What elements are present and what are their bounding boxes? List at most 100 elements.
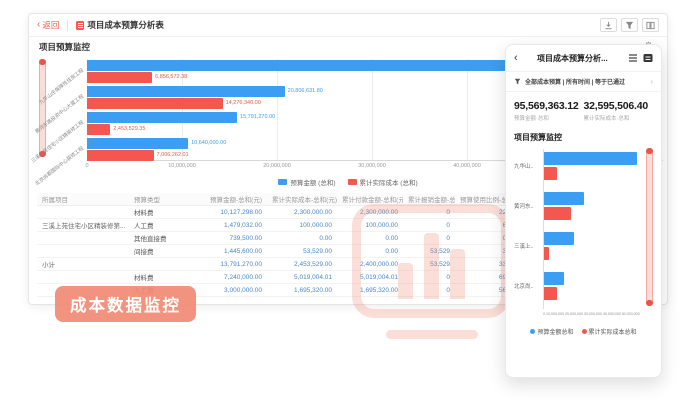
table-cell: 5,019,004.01 [337,274,403,281]
table-cell: 2,300,000.00 [267,209,337,216]
legend-item-actual[interactable]: 累计实际成本 (总和) [348,177,418,187]
panel-back-icon[interactable]: ‹ [514,52,518,64]
x-axis-tick-label: 40,000,000 [453,163,481,169]
table-cell: 0 [403,222,455,229]
table-cell: 2,300,000.00 [337,209,403,216]
bar-actual[interactable] [87,124,110,135]
grid-line [372,59,373,160]
table-row[interactable]: 材料费7,240,000.005,019,004.015,019,004.010… [37,271,526,284]
panel-title: 项目成本预算分析... [522,53,623,64]
topbar: ‹ 返回 项目成本预算分析表 [29,14,667,37]
table-cell: 1,695,320.00 [337,287,403,294]
kpi-budget: 95,569,363.12 预算金额·总和 [514,100,584,122]
bar-value-label: 6,856,572.38 [155,72,187,83]
card-view-icon[interactable] [642,53,653,64]
table-cell: 0.00 [267,235,337,242]
table-cell: 739,500.00 [191,235,267,242]
table-cell: 7,240,000.00 [191,274,267,281]
back-label: 返回 [42,19,59,31]
filter-funnel-icon [514,78,521,85]
bar-actual[interactable] [544,167,557,180]
export-button[interactable] [600,18,617,32]
category-label: 九华山.. [514,162,534,170]
panel-filter-text: 全部成本预算 | 所有时间 | 等于已通过 [525,77,646,86]
table-cell: 13,791,270.00 [191,261,267,268]
table-config-button[interactable] [642,18,659,32]
category-label: 北京尚.. [514,282,534,290]
bar-budget[interactable] [544,192,584,205]
table-cell: 100,000.00 [267,222,337,229]
list-view-icon[interactable] [627,53,638,64]
back-button[interactable]: ‹ 返回 [37,19,59,31]
x-axis-tick-label: 30,000,000 [358,163,386,169]
table-cell: 0.00 [337,235,403,242]
bar-budget[interactable] [87,60,546,71]
table-config-icon [646,21,655,30]
tab-report[interactable]: 项目成本预算分析表 [76,19,164,31]
bar-budget[interactable] [544,232,574,245]
table-cell: 0 [403,235,455,242]
bar-value-label: 2,453,529.35 [113,124,145,135]
panel-datazoom-slider[interactable] [646,149,653,305]
table-cell: 三溪上苑住宅小区精装修第... [37,220,129,230]
table-cell: 53,529 [403,261,455,268]
watermark-label: 成本数据监控 [55,286,196,322]
panel-filter-bar[interactable]: 全部成本预算 | 所有时间 | 等于已通过 › [506,71,661,92]
bar-budget[interactable] [544,272,564,285]
bar-actual[interactable] [544,207,571,220]
table-row[interactable]: 材料费10,127,298.002,300,000.002,300,000.00… [37,206,526,219]
table-cell: 10,127,298.00 [191,209,267,216]
kpi-value: 32,595,506.40 [584,100,654,112]
bar-budget[interactable] [87,138,188,149]
tab-label: 项目成本预算分析表 [87,19,164,31]
column-header: 累计付款金额-总和(元) [337,194,403,204]
category-label: 三溪上.. [514,242,534,250]
table-cell: 0 [403,274,455,281]
bar-actual[interactable] [87,150,154,161]
bar-value-label: 14,276,340.00 [226,98,261,109]
legend-dot-red [582,329,587,334]
table-cell: 3,000,000.00 [191,287,267,294]
filter-button[interactable] [621,18,638,32]
table-cell: 0.00 [337,248,403,255]
table-cell: 间接费 [129,246,191,256]
category-label: 黄河东.. [514,202,534,210]
table-cell: 0 [403,287,455,294]
bar-value-label: 15,791,270.00 [240,112,275,123]
bar-value-label: 20,806,631.80 [288,86,323,97]
bar-value-label: 10,640,000.00 [191,138,226,149]
table-row[interactable]: 三溪上苑住宅小区精装修第...人工费1,479,032.00100,000.00… [37,219,526,232]
bar-actual[interactable] [87,98,223,109]
table-row[interactable]: 其他直接费739,500.000.000.0000.00% [37,232,526,245]
legend-item-budget[interactable]: 预算金额 (总和) [278,177,335,187]
table-row[interactable]: 间接费1,445,600.0053,529.000.0053,5293.70% [37,245,526,258]
divider [67,20,68,31]
table-cell: 1,445,600.00 [191,248,267,255]
panel-legend-item-actual[interactable]: 累计实际成本总和 [582,327,637,336]
table-cell: 100,000.00 [337,222,403,229]
panel-legend-item-budget[interactable]: 预算金额总和 [530,327,573,336]
legend-label: 预算金额 (总和) [290,177,335,187]
legend-swatch-red [348,179,357,185]
table-cell: 材料费 [129,207,191,217]
panel-chart-plot [543,149,640,309]
column-header: 预算类型 [129,194,191,204]
bar-actual[interactable] [544,287,557,300]
table-cell: 2,400,000.00 [337,261,403,268]
chart-title: 项目预算监控 [39,41,90,53]
bar-budget[interactable] [544,152,637,165]
legend-label: 累计实际成本 (总和) [360,177,418,187]
table-cell: 材料费 [129,272,191,282]
x-axis-tick-label: 0 [85,163,88,169]
grid-line [277,59,278,160]
table-cell: 53,529 [403,248,455,255]
bar-actual[interactable] [544,247,549,260]
bar-actual[interactable] [87,72,152,83]
table-cell: 0 [403,209,455,216]
bar-budget[interactable] [87,112,237,123]
column-header: 累计实际成本-总和(元) [267,194,337,204]
filter-icon [625,21,634,30]
table-row[interactable]: 小计13,791,270.002,453,529.002,400,000.005… [37,258,526,271]
bar-budget[interactable] [87,86,285,97]
mobile-preview-panel: ‹ 项目成本预算分析... 全部成本预算 | 所有时间 | 等于已通过 › 95… [505,44,662,378]
